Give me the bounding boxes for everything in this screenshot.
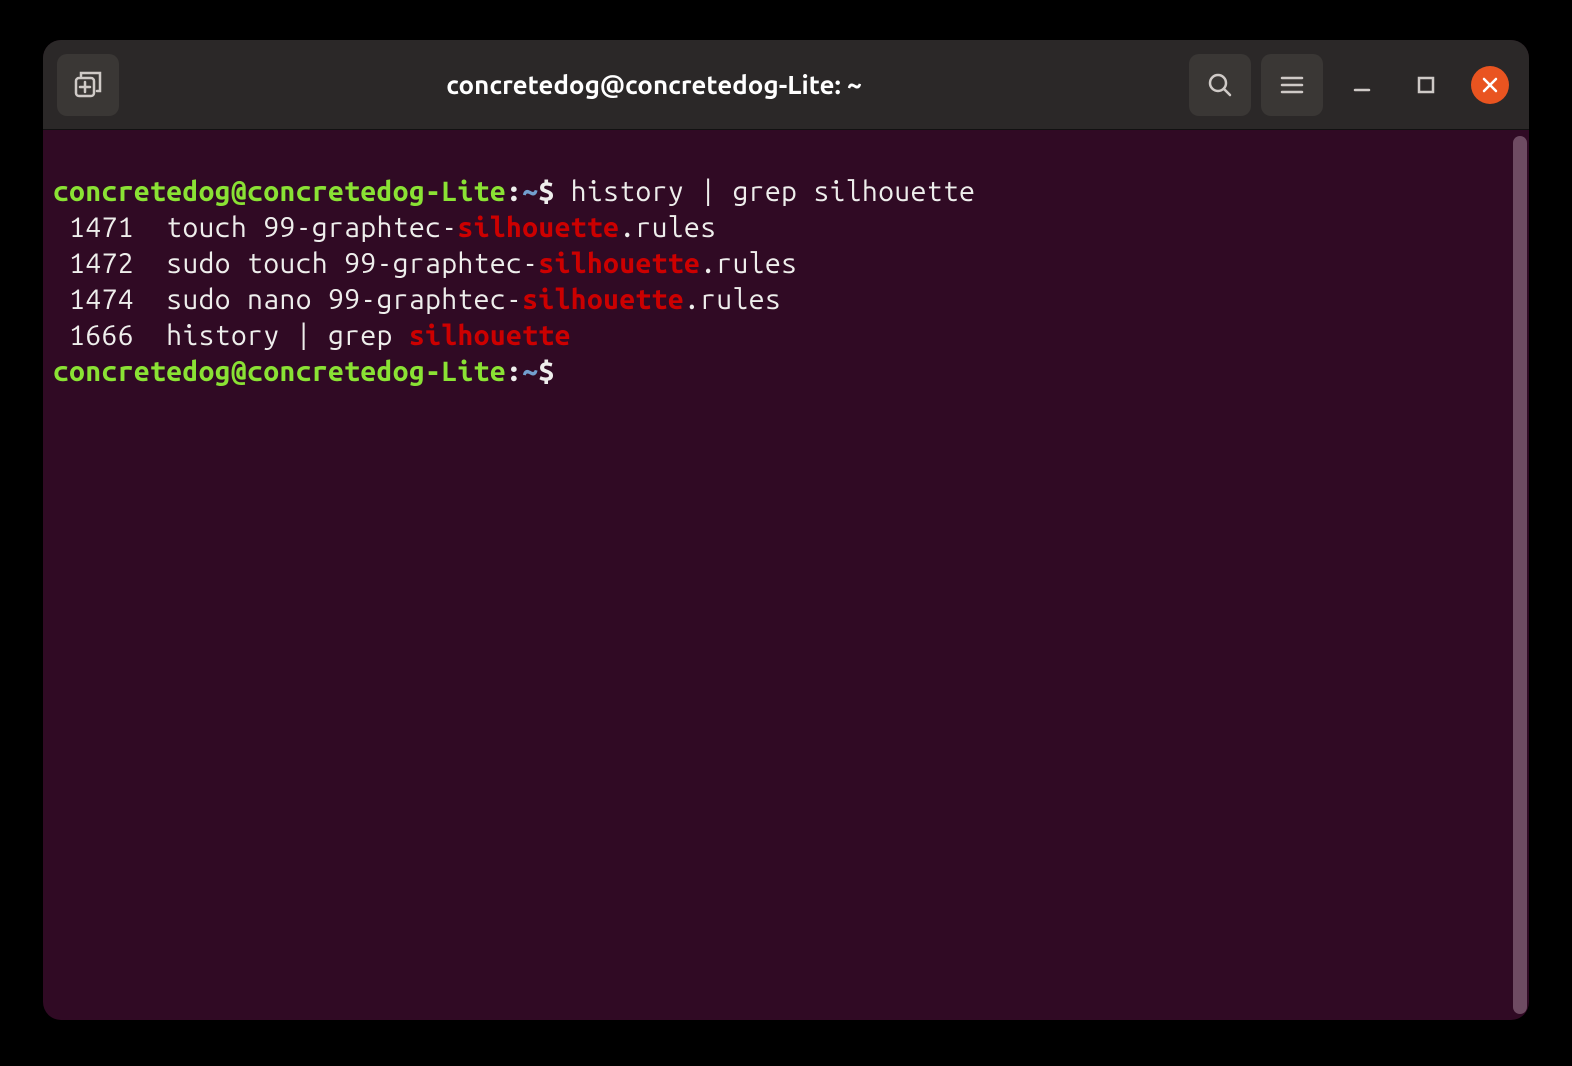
terminal-content[interactable]: concretedog@concretedog-Lite:~$ history … — [43, 130, 1529, 1020]
history-match: silhouette — [458, 212, 620, 243]
hamburger-icon — [1279, 72, 1305, 98]
command-text — [555, 176, 571, 207]
minimize-button[interactable] — [1343, 66, 1381, 104]
prompt-symbol: $ — [538, 356, 554, 387]
history-match: silhouette — [522, 284, 684, 315]
titlebar: concretedog@concretedog-Lite: ~ — [43, 40, 1529, 130]
history-pre: history | grep — [166, 320, 409, 351]
history-line: 1666 history | grep silhouette — [53, 320, 571, 351]
history-pre: sudo nano 99-graphtec- — [166, 284, 522, 315]
maximize-icon — [1416, 75, 1436, 95]
window-title: concretedog@concretedog-Lite: ~ — [129, 70, 1179, 99]
history-number: 1472 — [53, 248, 166, 279]
prompt-colon: : — [506, 176, 522, 207]
new-tab-button[interactable] — [57, 54, 119, 116]
new-tab-icon — [73, 70, 103, 100]
menu-button[interactable] — [1261, 54, 1323, 116]
history-pre: sudo touch 99-graphtec- — [166, 248, 538, 279]
search-icon — [1206, 71, 1234, 99]
window-controls — [1343, 66, 1509, 104]
prompt-path: ~ — [522, 356, 538, 387]
prompt-user-host: concretedog@concretedog-Lite — [53, 176, 506, 207]
history-number: 1666 — [53, 320, 166, 351]
history-line: 1471 touch 99-graphtec-silhouette.rules — [53, 212, 716, 243]
close-icon — [1481, 76, 1499, 94]
scrollbar[interactable] — [1513, 136, 1527, 1014]
history-line: 1474 sudo nano 99-graphtec-silhouette.ru… — [53, 284, 781, 315]
prompt-user-host: concretedog@concretedog-Lite — [53, 356, 506, 387]
history-line: 1472 sudo touch 99-graphtec-silhouette.r… — [53, 248, 797, 279]
history-match: silhouette — [409, 320, 571, 351]
history-number: 1474 — [53, 284, 166, 315]
history-match: silhouette — [538, 248, 700, 279]
prompt-path: ~ — [522, 176, 538, 207]
history-post: .rules — [684, 284, 781, 315]
terminal-window: concretedog@concretedog-Lite: ~ — [43, 40, 1529, 1020]
history-pre: touch 99-graphtec- — [166, 212, 457, 243]
command-input-1: history | grep silhouette — [571, 176, 976, 207]
minimize-icon — [1352, 75, 1372, 95]
prompt-symbol: $ — [538, 176, 554, 207]
search-button[interactable] — [1189, 54, 1251, 116]
history-number: 1471 — [53, 212, 166, 243]
history-post: .rules — [619, 212, 716, 243]
history-post: .rules — [700, 248, 797, 279]
prompt-colon: : — [506, 356, 522, 387]
maximize-button[interactable] — [1407, 66, 1445, 104]
close-button[interactable] — [1471, 66, 1509, 104]
